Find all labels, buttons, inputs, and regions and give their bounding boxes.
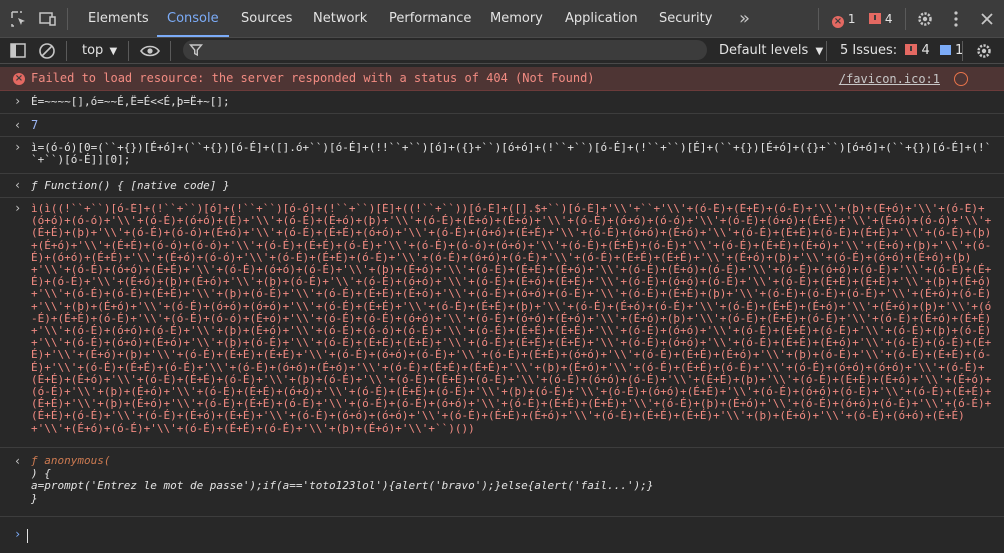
tab-performance[interactable]: Performance [389,0,471,37]
toolbar-divider [170,41,171,61]
console-result-entry: ‹ 7 [0,114,1004,137]
console-toolbar: top ▼ Default levels ▼ 5 Issues: 4 1 [0,38,1004,64]
issue-flag-icon [869,13,881,24]
console-input-entry: › ì(ì((!``+``)[ó-É]+(!``+``)[ó]+(!``+``)… [0,198,1004,448]
issues-button[interactable]: 5 Issues: 4 1 [840,41,963,61]
context-selector[interactable]: top ▼ [82,41,117,61]
console-output: × Failed to load resource: the server re… [0,64,1004,553]
function-signature: ƒ anonymous( [31,454,111,467]
error-count: 1 [847,12,856,26]
tabbar-divider [905,8,906,30]
issues-label: 5 Issues: [840,43,898,58]
more-tabs-icon[interactable]: » [739,0,750,37]
log-levels-dropdown[interactable]: Default levels ▼ [719,41,823,61]
tab-network[interactable]: Network [313,0,367,37]
error-icon: × [13,73,25,85]
input-prompt-icon: › [14,140,22,154]
input-code[interactable]: ì=(ó-ó)[0=(``+{})[É+ó]+(``+{})[ó-É]+([].… [31,141,996,166]
result-arrow-icon: ‹ [14,178,22,192]
tab-security[interactable]: Security [659,0,712,37]
issues-error-count: 4 [921,43,930,58]
console-prompt[interactable]: › [0,522,1004,552]
dropdown-arrow-icon: ▼ [109,46,118,57]
anonymous-function-result[interactable]: ƒ anonymous( ) { a=prompt('Entrez le mot… [31,454,996,505]
toolbar-divider [962,41,963,61]
toolbar-divider [826,41,827,61]
error-icon: × [832,16,844,28]
toolbar-divider [128,41,129,61]
input-code[interactable]: ì(ì((!``+``)[ó-É]+(!``+``)[ó]+(!``+``)[ó… [31,203,996,447]
function-result[interactable]: ƒ Function() { [native code] } [31,179,996,192]
close-devtools-icon[interactable] [978,10,996,28]
tab-console[interactable]: Console [157,0,229,37]
input-code[interactable]: É=~~~~[],ó=~~É,Ë=É<<É,þ=Ë+~[]; [31,95,996,108]
error-source-link[interactable]: /favicon.ico:1 [839,72,940,86]
result-value[interactable]: 7 [31,119,996,131]
tab-application[interactable]: Application [565,0,638,37]
info-message-icon [939,45,951,55]
console-result-entry: ‹ ƒ anonymous( ) { a=prompt('Entrez le m… [0,448,1004,517]
tab-sources[interactable]: Sources [241,0,292,37]
prompt-caret-icon: › [14,527,22,541]
filter-funnel-icon [188,43,204,57]
text-cursor [27,529,28,543]
result-arrow-icon: ‹ [14,118,22,132]
filter-input[interactable] [183,40,707,60]
warning-count: 4 [884,12,893,26]
live-expression-eye-icon[interactable] [139,42,161,60]
dropdown-arrow-icon: ▼ [815,46,824,57]
console-settings-gear-icon[interactable] [975,42,993,60]
tabbar-divider [818,8,819,30]
more-options-icon[interactable] [947,10,965,28]
error-count-badge[interactable]: × 1 [832,11,856,28]
input-prompt-icon: › [14,201,22,215]
console-input-entry: › ì=(ó-ó)[0=(``+{})[É+ó]+(``+{})[ó-É]+([… [0,137,1004,174]
tab-elements[interactable]: Elements [88,0,149,37]
tabbar-divider [67,8,68,30]
device-toolbar-icon[interactable] [38,10,56,28]
console-error-message: × Failed to load resource: the server re… [0,67,1004,91]
console-result-entry: ‹ ƒ Function() { [native code] } [0,174,1004,198]
settings-gear-icon[interactable] [916,10,934,28]
inspect-element-icon[interactable] [10,10,28,28]
devtools-tabbar: Elements Console Sources Network Perform… [0,0,1004,38]
issue-flag-icon [905,44,918,55]
input-prompt-icon: › [14,94,22,108]
result-arrow-icon: ‹ [14,454,22,468]
sidebar-toggle-icon[interactable] [9,42,27,60]
log-levels-label: Default levels [719,43,809,58]
tab-memory[interactable]: Memory [490,0,543,37]
toolbar-divider [66,41,67,61]
warning-count-badge[interactable]: 4 [869,11,892,27]
function-body: ) { a=prompt('Entrez le mot de passe');i… [31,466,654,505]
clear-console-icon[interactable] [38,42,56,60]
context-label: top [82,43,104,58]
network-request-icon[interactable] [954,72,968,86]
console-input-entry: › É=~~~~[],ó=~~É,Ë=É<<É,þ=Ë+~[]; [0,91,1004,114]
